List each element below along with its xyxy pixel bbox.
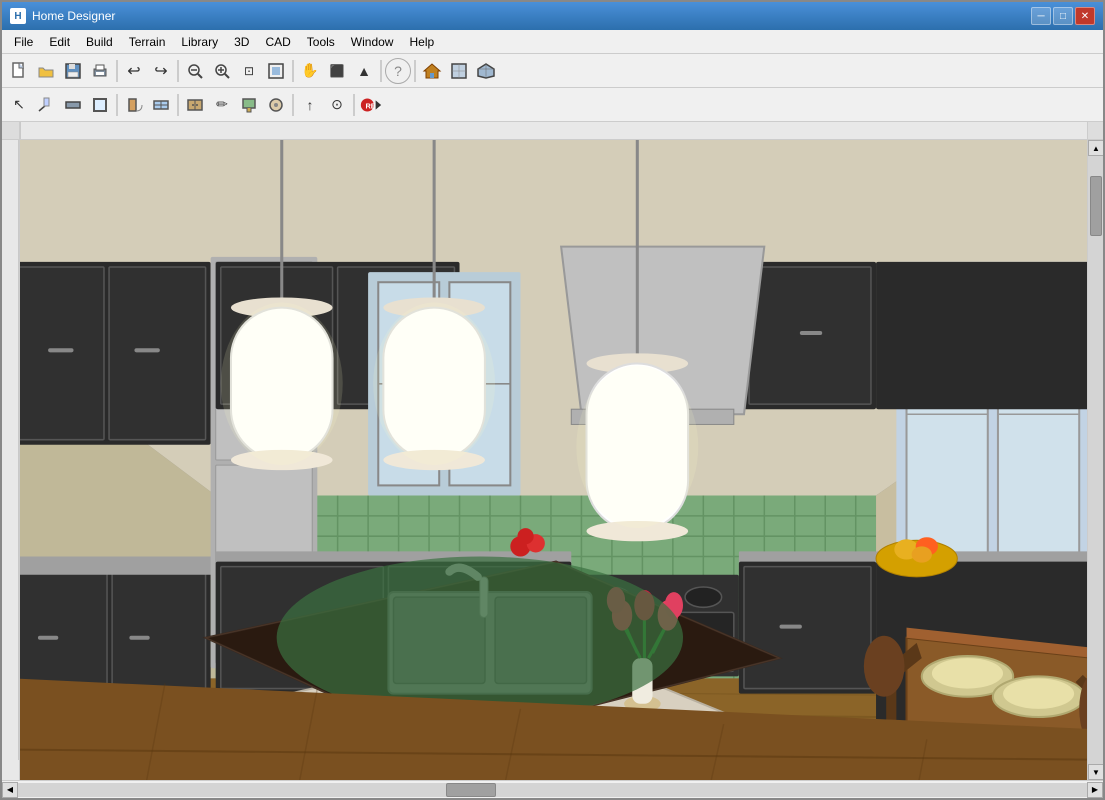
separator-6 — [116, 94, 118, 116]
scroll-thumb-horizontal[interactable] — [446, 783, 496, 797]
record-button[interactable]: REC — [358, 92, 384, 118]
scroll-down-arrow[interactable]: ▼ — [1088, 764, 1103, 780]
scrollbar-vertical[interactable]: ▲ ▼ — [1087, 140, 1103, 780]
toolbar-tools: ↖ ✏ ↑ ⊙ REC — [2, 88, 1103, 122]
up-button[interactable]: ▲ — [351, 58, 377, 84]
menu-tools[interactable]: Tools — [299, 33, 343, 51]
window-controls: ─ □ ✕ — [1031, 7, 1095, 25]
title-bar-left: H Home Designer — [10, 8, 115, 24]
minimize-button[interactable]: ─ — [1031, 7, 1051, 25]
window-button[interactable] — [148, 92, 174, 118]
menu-window[interactable]: Window — [343, 33, 402, 51]
question-button[interactable]: ? — [385, 58, 411, 84]
menu-terrain[interactable]: Terrain — [121, 33, 174, 51]
menu-3d[interactable]: 3D — [226, 33, 257, 51]
title-bar: H Home Designer ─ □ ✕ — [2, 2, 1103, 30]
menu-file[interactable]: File — [6, 33, 41, 51]
separator-3 — [292, 60, 294, 82]
separator-7 — [177, 94, 179, 116]
toolbar-main: ↩ ↪ ⊡ ✋ ⬛ ▲ ? — [2, 54, 1103, 88]
room-button[interactable] — [87, 92, 113, 118]
main-window: H Home Designer ─ □ ✕ File Edit Build Te… — [0, 0, 1105, 800]
zoom-in-button[interactable] — [209, 58, 235, 84]
3d-view-button[interactable] — [473, 58, 499, 84]
save-button[interactable] — [60, 58, 86, 84]
paint-button[interactable] — [236, 92, 262, 118]
menu-cad[interactable]: CAD — [257, 33, 298, 51]
plan-view-button[interactable] — [446, 58, 472, 84]
stair-button[interactable]: ↑ — [297, 92, 323, 118]
scroll-track-vertical[interactable] — [1088, 156, 1103, 764]
maximize-button[interactable]: □ — [1053, 7, 1073, 25]
wall-button[interactable] — [60, 92, 86, 118]
app-icon: H — [10, 8, 26, 24]
draw-line-button[interactable] — [33, 92, 59, 118]
fit-button[interactable] — [263, 58, 289, 84]
scroll-thumb-vertical[interactable] — [1090, 176, 1102, 236]
scroll-track-horizontal[interactable] — [18, 783, 1087, 797]
print-button[interactable] — [87, 58, 113, 84]
separator-4 — [380, 60, 382, 82]
new-button[interactable] — [6, 58, 32, 84]
zoom-out-button[interactable] — [182, 58, 208, 84]
select-tool-button[interactable]: ↖ — [6, 92, 32, 118]
menu-build[interactable]: Build — [78, 33, 121, 51]
door-button[interactable] — [121, 92, 147, 118]
scroll-up-arrow[interactable]: ▲ — [1088, 140, 1103, 156]
undo-button[interactable]: ↩ — [121, 58, 147, 84]
open-button[interactable] — [33, 58, 59, 84]
menu-help[interactable]: Help — [401, 33, 442, 51]
window-title: Home Designer — [32, 9, 115, 23]
point-button[interactable]: ⊙ — [324, 92, 350, 118]
home-view-button[interactable] — [419, 58, 445, 84]
zoom-window-button[interactable]: ⊡ — [236, 58, 262, 84]
canvas-row: ▲ ▼ — [2, 140, 1103, 780]
ruler-top: // inline SVG ruler ticks — [20, 122, 1087, 139]
scroll-right-arrow[interactable]: ▶ — [1087, 782, 1103, 798]
menu-bar: File Edit Build Terrain Library 3D CAD T… — [2, 30, 1103, 54]
scene-viewport — [20, 140, 1087, 780]
pan-button[interactable]: ✋ — [297, 58, 323, 84]
main-area: // inline SVG ruler ticks — [2, 122, 1103, 798]
separator-1 — [116, 60, 118, 82]
menu-edit[interactable]: Edit — [41, 33, 78, 51]
cabinet-button[interactable] — [182, 92, 208, 118]
separator-2 — [177, 60, 179, 82]
menu-library[interactable]: Library — [173, 33, 226, 51]
content-with-rulers: // inline SVG ruler ticks — [2, 122, 1103, 798]
fill-button[interactable]: ⬛ — [324, 58, 350, 84]
redo-button[interactable]: ↪ — [148, 58, 174, 84]
separator-9 — [353, 94, 355, 116]
scrollbar-horizontal: ◀ ▶ — [2, 780, 1103, 798]
fixture-button[interactable] — [263, 92, 289, 118]
separator-5 — [414, 60, 416, 82]
close-button[interactable]: ✕ — [1075, 7, 1095, 25]
separator-8 — [292, 94, 294, 116]
canvas-area[interactable] — [20, 140, 1087, 780]
ruler-left — [2, 140, 20, 780]
pencil-button[interactable]: ✏ — [209, 92, 235, 118]
scroll-left-arrow[interactable]: ◀ — [2, 782, 18, 798]
